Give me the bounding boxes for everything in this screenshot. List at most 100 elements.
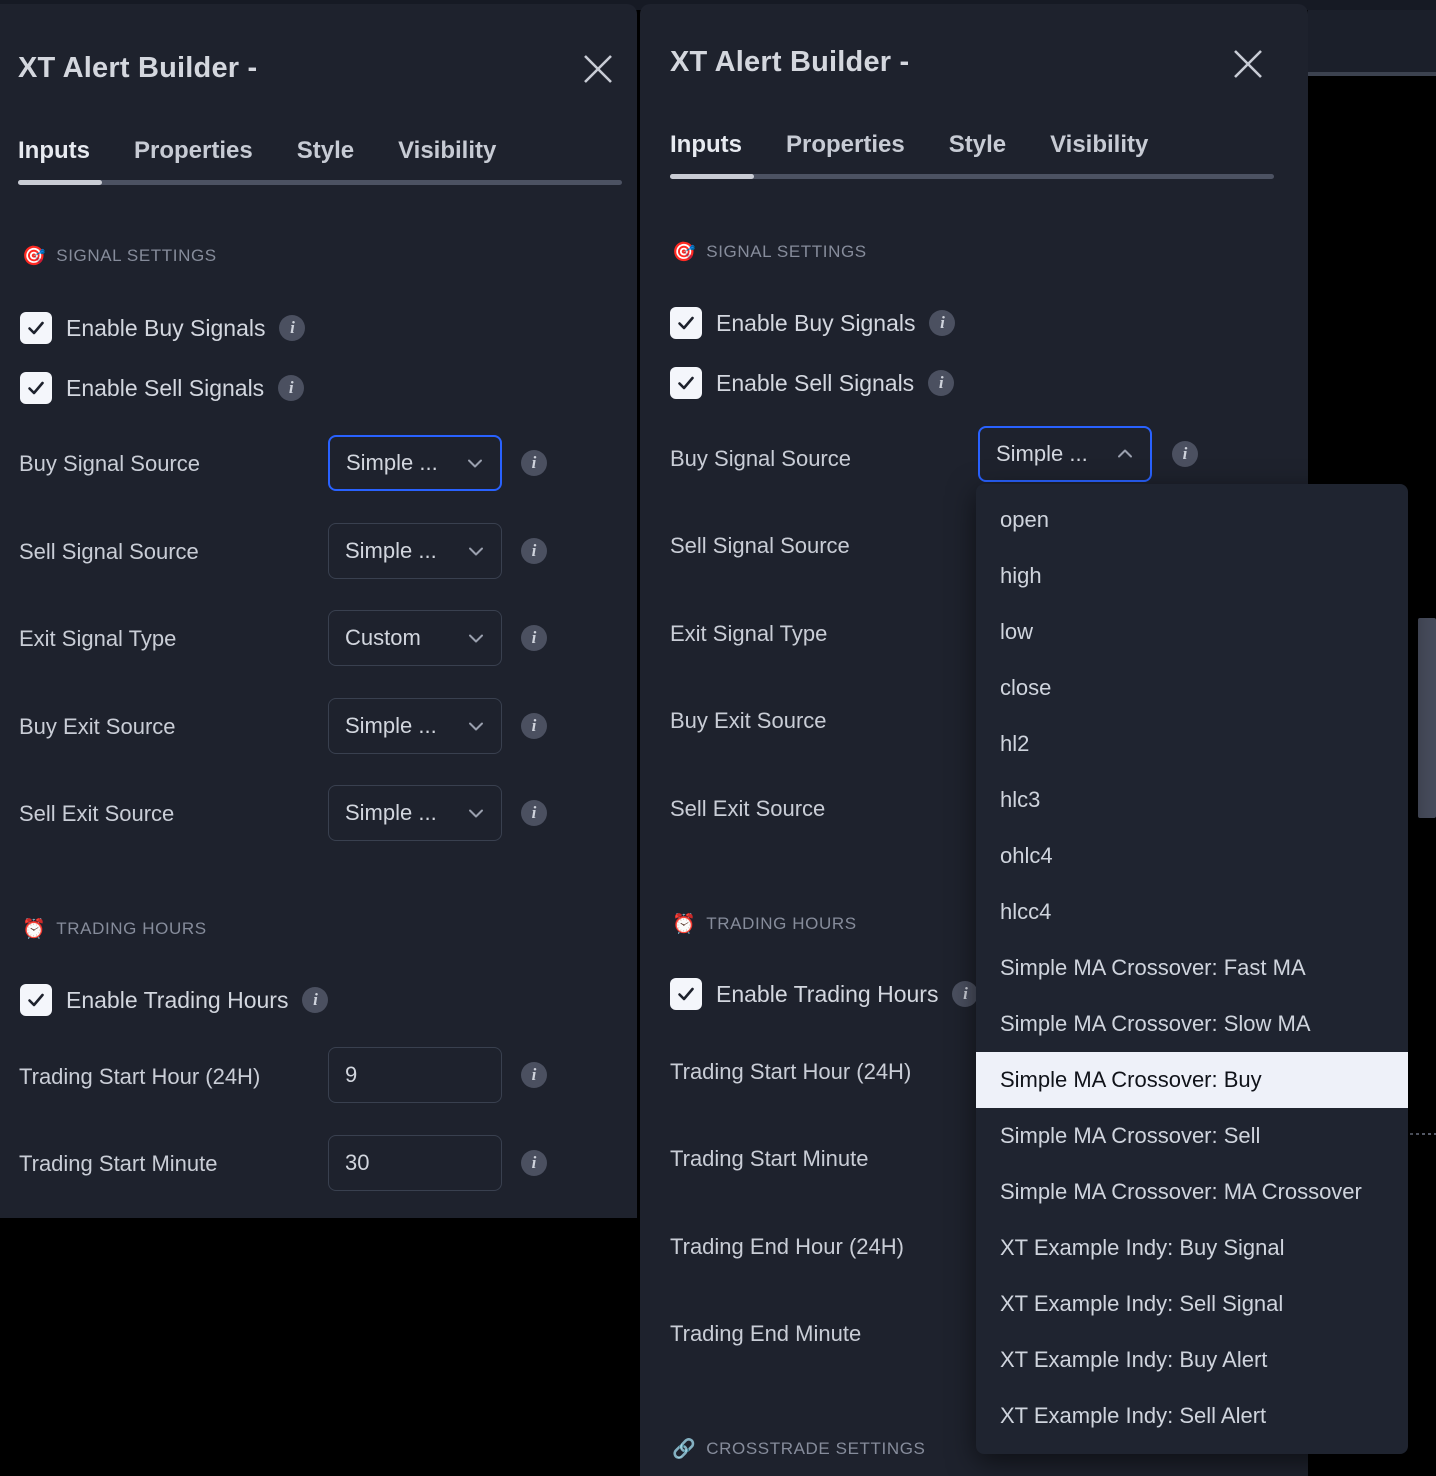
info-icon[interactable]: i xyxy=(521,800,547,826)
label-trading-start-hour: Trading Start Hour (24H) xyxy=(19,1064,260,1090)
info-icon[interactable]: i xyxy=(302,987,328,1013)
tab-underline-active xyxy=(670,174,754,179)
page-title: XT Alert Builder - xyxy=(670,46,909,79)
tab-inputs[interactable]: Inputs xyxy=(18,137,90,165)
tab-style[interactable]: Style xyxy=(949,131,1006,159)
section-title: SIGNAL SETTINGS xyxy=(706,242,866,262)
dropdown-option[interactable]: hlcc4 xyxy=(976,884,1408,940)
dropdown-option[interactable]: open xyxy=(976,492,1408,548)
dropdown-option[interactable]: Simple MA Crossover: Slow MA xyxy=(976,996,1408,1052)
dropdown-option[interactable]: XT Example Indy: Buy Signal xyxy=(976,1220,1408,1276)
sell-exit-source-select[interactable]: Simple ... xyxy=(328,785,502,841)
dropdown-option[interactable]: XT Example Indy: Buy Alert xyxy=(976,1332,1408,1388)
chevron-up-icon xyxy=(1114,443,1136,465)
label-trading-start-minute: Trading Start Minute xyxy=(670,1146,869,1172)
enable-trading-hours-checkbox[interactable] xyxy=(20,984,52,1016)
tab-visibility[interactable]: Visibility xyxy=(1050,131,1148,159)
dropdown-option[interactable]: Simple MA Crossover: MA Crossover xyxy=(976,1164,1408,1220)
close-icon[interactable] xyxy=(576,47,620,91)
dropdown-option-selected[interactable]: Simple MA Crossover: Buy xyxy=(976,1052,1408,1108)
panel-titlebar-left: XT Alert Builder - xyxy=(0,4,637,112)
alarm-clock-icon: ⏰ xyxy=(22,920,46,939)
tab-properties[interactable]: Properties xyxy=(786,131,905,159)
enable-sell-signals-checkbox[interactable] xyxy=(670,367,702,399)
enable-sell-signals-label: Enable Sell Signals xyxy=(66,375,264,402)
buy-signal-source-value: Simple ... xyxy=(346,450,438,476)
label-sell-signal-source: Sell Signal Source xyxy=(670,533,850,559)
section-title: SIGNAL SETTINGS xyxy=(56,246,216,266)
info-icon[interactable]: i xyxy=(928,370,954,396)
enable-sell-signals-label: Enable Sell Signals xyxy=(716,370,914,397)
enable-sell-signals-checkbox[interactable] xyxy=(20,372,52,404)
info-icon[interactable]: i xyxy=(952,981,978,1007)
label-exit-signal-type: Exit Signal Type xyxy=(19,626,176,652)
exit-signal-type-select[interactable]: Custom xyxy=(328,610,502,666)
panel-titlebar-right: XT Alert Builder - xyxy=(640,4,1308,112)
dropdown-option[interactable]: Simple MA Crossover: Sell xyxy=(976,1108,1408,1164)
info-icon[interactable]: i xyxy=(521,713,547,739)
exit-signal-type-value: Custom xyxy=(345,625,421,651)
trading-start-hour-value: 9 xyxy=(345,1062,357,1088)
info-icon[interactable]: i xyxy=(521,625,547,651)
dropdown-option[interactable]: close xyxy=(976,660,1408,716)
label-sell-signal-source: Sell Signal Source xyxy=(19,539,199,565)
checkbox-row-enable-trading-hours[interactable]: Enable Trading Hours i xyxy=(670,978,978,1010)
checkbox-row-enable-trading-hours[interactable]: Enable Trading Hours i xyxy=(20,984,328,1016)
info-icon[interactable]: i xyxy=(1172,441,1198,467)
section-title: TRADING HOURS xyxy=(706,914,856,934)
buy-exit-source-value: Simple ... xyxy=(345,713,437,739)
enable-buy-signals-label: Enable Buy Signals xyxy=(716,310,915,337)
alarm-clock-icon: ⏰ xyxy=(672,915,696,934)
info-icon[interactable]: i xyxy=(278,375,304,401)
sell-signal-source-value: Simple ... xyxy=(345,538,437,564)
info-icon[interactable]: i xyxy=(279,315,305,341)
dropdown-option[interactable]: XT Example Indy: Sell Alert xyxy=(976,1388,1408,1444)
vertical-scrollbar[interactable] xyxy=(1418,618,1436,818)
checkbox-row-enable-buy-signals[interactable]: Enable Buy Signals i xyxy=(20,312,305,344)
tab-properties[interactable]: Properties xyxy=(134,137,253,165)
sell-exit-source-value: Simple ... xyxy=(345,800,437,826)
trading-start-minute-input[interactable]: 30 xyxy=(328,1135,502,1191)
chevron-down-icon xyxy=(465,802,487,824)
buy-signal-source-select-open[interactable]: Simple ... xyxy=(978,426,1152,482)
tab-bar-left: Inputs Properties Style Visibility xyxy=(18,137,496,165)
label-sell-exit-source: Sell Exit Source xyxy=(670,796,825,822)
dropdown-option[interactable]: low xyxy=(976,604,1408,660)
checkbox-row-enable-buy-signals[interactable]: Enable Buy Signals i xyxy=(670,307,955,339)
trading-start-hour-input[interactable]: 9 xyxy=(328,1047,502,1103)
dropdown-option[interactable]: high xyxy=(976,548,1408,604)
buy-exit-source-select[interactable]: Simple ... xyxy=(328,698,502,754)
tab-inputs[interactable]: Inputs xyxy=(670,131,742,159)
buy-signal-source-value: Simple ... xyxy=(996,441,1088,467)
chart-backdrop-divider xyxy=(1308,72,1436,76)
info-icon[interactable]: i xyxy=(929,310,955,336)
chevron-down-icon xyxy=(465,627,487,649)
buy-signal-source-select[interactable]: Simple ... xyxy=(328,435,502,491)
checkbox-row-enable-sell-signals[interactable]: Enable Sell Signals i xyxy=(20,372,304,404)
chevron-down-icon xyxy=(465,715,487,737)
tab-visibility[interactable]: Visibility xyxy=(398,137,496,165)
label-trading-start-minute: Trading Start Minute xyxy=(19,1151,218,1177)
enable-buy-signals-checkbox[interactable] xyxy=(670,307,702,339)
info-icon[interactable]: i xyxy=(521,538,547,564)
tab-bar-right: Inputs Properties Style Visibility xyxy=(670,131,1148,159)
dropdown-option[interactable]: hlc3 xyxy=(976,772,1408,828)
tab-style[interactable]: Style xyxy=(297,137,354,165)
dropdown-option[interactable]: ohlc4 xyxy=(976,828,1408,884)
enable-trading-hours-checkbox[interactable] xyxy=(670,978,702,1010)
dropdown-option[interactable]: Simple MA Crossover: Fast MA xyxy=(976,940,1408,996)
chart-dotted-line xyxy=(1410,1133,1436,1135)
buy-signal-source-dropdown[interactable]: open high low close hl2 hlc3 ohlc4 hlcc4… xyxy=(976,484,1408,1454)
label-trading-start-hour: Trading Start Hour (24H) xyxy=(670,1059,911,1085)
checkbox-row-enable-sell-signals[interactable]: Enable Sell Signals i xyxy=(670,367,954,399)
close-icon[interactable] xyxy=(1226,42,1270,86)
dropdown-option[interactable]: XT Example Indy: Sell Signal xyxy=(976,1276,1408,1332)
section-header-crosstrade-settings: 🔗 CROSSTRADE SETTINGS xyxy=(672,1439,925,1459)
info-icon[interactable]: i xyxy=(521,450,547,476)
info-icon[interactable]: i xyxy=(521,1150,547,1176)
sell-signal-source-select[interactable]: Simple ... xyxy=(328,523,502,579)
enable-buy-signals-checkbox[interactable] xyxy=(20,312,52,344)
dropdown-option[interactable]: hl2 xyxy=(976,716,1408,772)
info-icon[interactable]: i xyxy=(521,1062,547,1088)
target-icon: 🎯 xyxy=(22,247,46,266)
